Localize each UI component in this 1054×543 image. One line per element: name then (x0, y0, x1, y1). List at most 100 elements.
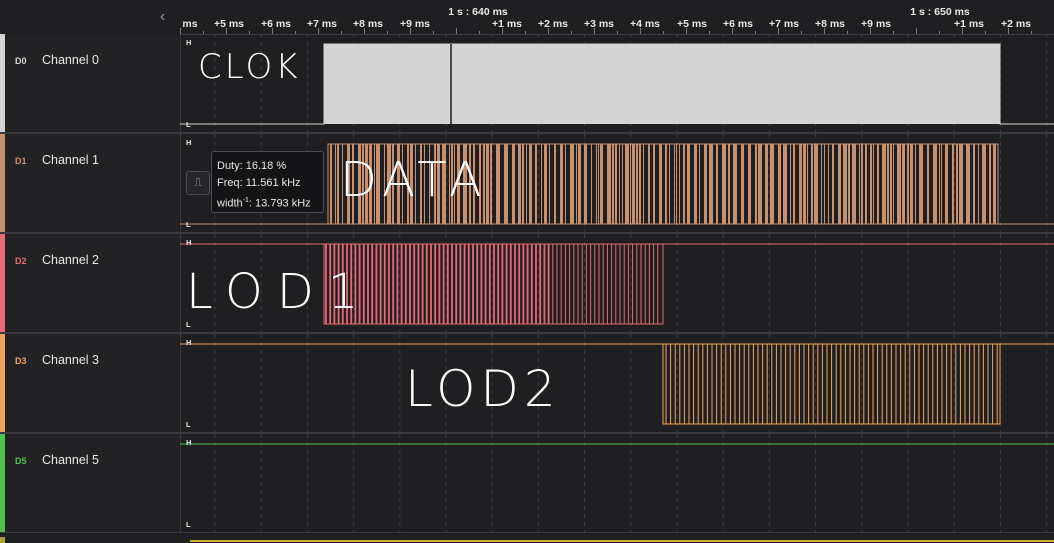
ruler-tick-label: +1 ms (491, 18, 523, 30)
pulse (927, 144, 929, 224)
pulse (838, 144, 841, 224)
level-low-label: L (186, 520, 191, 529)
pulse (811, 144, 813, 224)
pulse (902, 144, 905, 224)
pulse (799, 144, 802, 224)
pulse (989, 144, 991, 224)
pulse (687, 144, 690, 224)
pulse (848, 144, 850, 224)
pulse (910, 144, 913, 224)
ruler-tick-label: +3 ms (583, 18, 615, 30)
logic-analyzer-window: ‹ ms +5 ms +6 ms +7 ms +8 ms +9 ms +1 ms +2 ms +… (0, 0, 1054, 543)
measurement-tooltip: Duty: 16.18 % Freq: 11.561 kHz width-1: … (211, 151, 324, 213)
channel-id: D5 (15, 456, 27, 466)
channel-label-area[interactable]: D0 Channel 0 (0, 34, 181, 132)
channel-name[interactable]: Channel 0 (42, 53, 99, 67)
pulse (535, 144, 537, 224)
width-readout: width-1: 13.793 kHz (217, 197, 311, 210)
pulse (522, 144, 524, 224)
pulse (765, 144, 768, 224)
channel-row-d0[interactable]: D0 Channel 0 H L CLOK (0, 34, 1054, 134)
pulse (665, 144, 667, 224)
channel-row-d2[interactable]: D2 Channel 2 H L LOD1 (0, 234, 1054, 334)
level-high-label: H (186, 38, 192, 47)
ruler-tick-label: +7 ms (768, 18, 800, 30)
channel-name[interactable]: Channel 2 (42, 253, 99, 267)
channel-id: D1 (15, 156, 27, 166)
waveform-area[interactable]: HL (180, 434, 1054, 532)
pulse (544, 144, 547, 224)
channel-name[interactable]: Channel 3 (42, 353, 99, 367)
pulse (966, 144, 970, 224)
channel-color-strip (0, 34, 5, 132)
time-ruler[interactable]: ms +5 ms +6 ms +7 ms +8 ms +9 ms +1 ms +2 ms +3 … (180, 0, 1054, 35)
pulse (622, 144, 623, 224)
pulse (570, 144, 574, 224)
channel-color-strip (0, 334, 5, 432)
pulse (897, 144, 901, 224)
level-high-label: H (186, 438, 192, 447)
pulse (952, 144, 954, 224)
channel-row-d5[interactable]: D5 Channel 5HL (0, 434, 1054, 534)
pulse-measure-icon[interactable]: ⎍ (186, 171, 210, 195)
level-high-label: H (186, 138, 192, 147)
channel-label-area[interactable]: D2 Channel 2 (0, 234, 181, 332)
channel-label-area[interactable]: D3 Channel 3 (0, 334, 181, 432)
pulse (679, 144, 680, 224)
channel-name[interactable]: Channel 5 (42, 453, 99, 467)
ruler-major-label: 1 s : 640 ms (448, 6, 508, 18)
pulse (694, 144, 697, 224)
channel-row-d3[interactable]: D3 Channel 3 H L LOD2 (0, 334, 1054, 434)
pulse (704, 144, 707, 224)
pulse (865, 144, 867, 224)
ruler-tick-label: +9 ms (399, 18, 431, 30)
pulse (807, 144, 808, 224)
pulse (978, 144, 979, 224)
pulse (676, 144, 677, 224)
pulse (669, 144, 670, 224)
channel-label-area[interactable]: D1 Channel 1 (0, 134, 181, 232)
waveform-line (190, 540, 1054, 542)
pulse (619, 144, 620, 224)
pulse (821, 144, 822, 224)
level-low-label: L (186, 420, 191, 429)
pulse (748, 144, 751, 224)
waveform-area[interactable]: H L LOD2 (180, 334, 1054, 432)
channel-color-strip (0, 234, 5, 332)
ruler-tick-label: +8 ms (814, 18, 846, 30)
ruler-tick-label: +6 ms (260, 18, 292, 30)
pulse (915, 144, 916, 224)
pulse (709, 144, 713, 224)
pulse (852, 144, 856, 224)
pulse (939, 144, 940, 224)
dense-signal-block (324, 44, 1000, 124)
chevron-left-icon[interactable]: ‹ (160, 9, 174, 25)
next-channel-partial (0, 533, 1054, 543)
level-low-label: L (186, 320, 191, 329)
pulse (893, 144, 894, 224)
level-high-label: H (186, 338, 192, 347)
channel-row-d1[interactable]: D1 Channel 1 H L DATA (0, 134, 1054, 234)
pulse (512, 144, 515, 224)
ruler-tick-label: +9 ms (860, 18, 892, 30)
ruler-tick-label: +7 ms (306, 18, 338, 30)
pulse (554, 144, 556, 224)
channel-color-strip (0, 134, 5, 232)
ruler-major-label: 1 s : 650 ms (910, 6, 970, 18)
pulse (625, 144, 629, 224)
waveform-area[interactable]: H L LOD1 (180, 234, 1054, 332)
pulse (887, 144, 889, 224)
pulse (832, 144, 834, 224)
pulse (722, 144, 726, 224)
pulse (578, 144, 581, 224)
channel-name[interactable]: Channel 1 (42, 153, 99, 167)
ruler-tick-label: +2 ms (537, 18, 569, 30)
channel-label-area[interactable]: D5 Channel 5 (0, 434, 181, 532)
pulse (518, 144, 521, 224)
waveform-area[interactable]: H L CLOK (180, 34, 1054, 132)
pulse (504, 144, 508, 224)
ruler-left-spacer: ‹ (0, 0, 180, 35)
pulse (584, 144, 587, 224)
pulse (674, 144, 675, 224)
pulse (803, 144, 806, 224)
